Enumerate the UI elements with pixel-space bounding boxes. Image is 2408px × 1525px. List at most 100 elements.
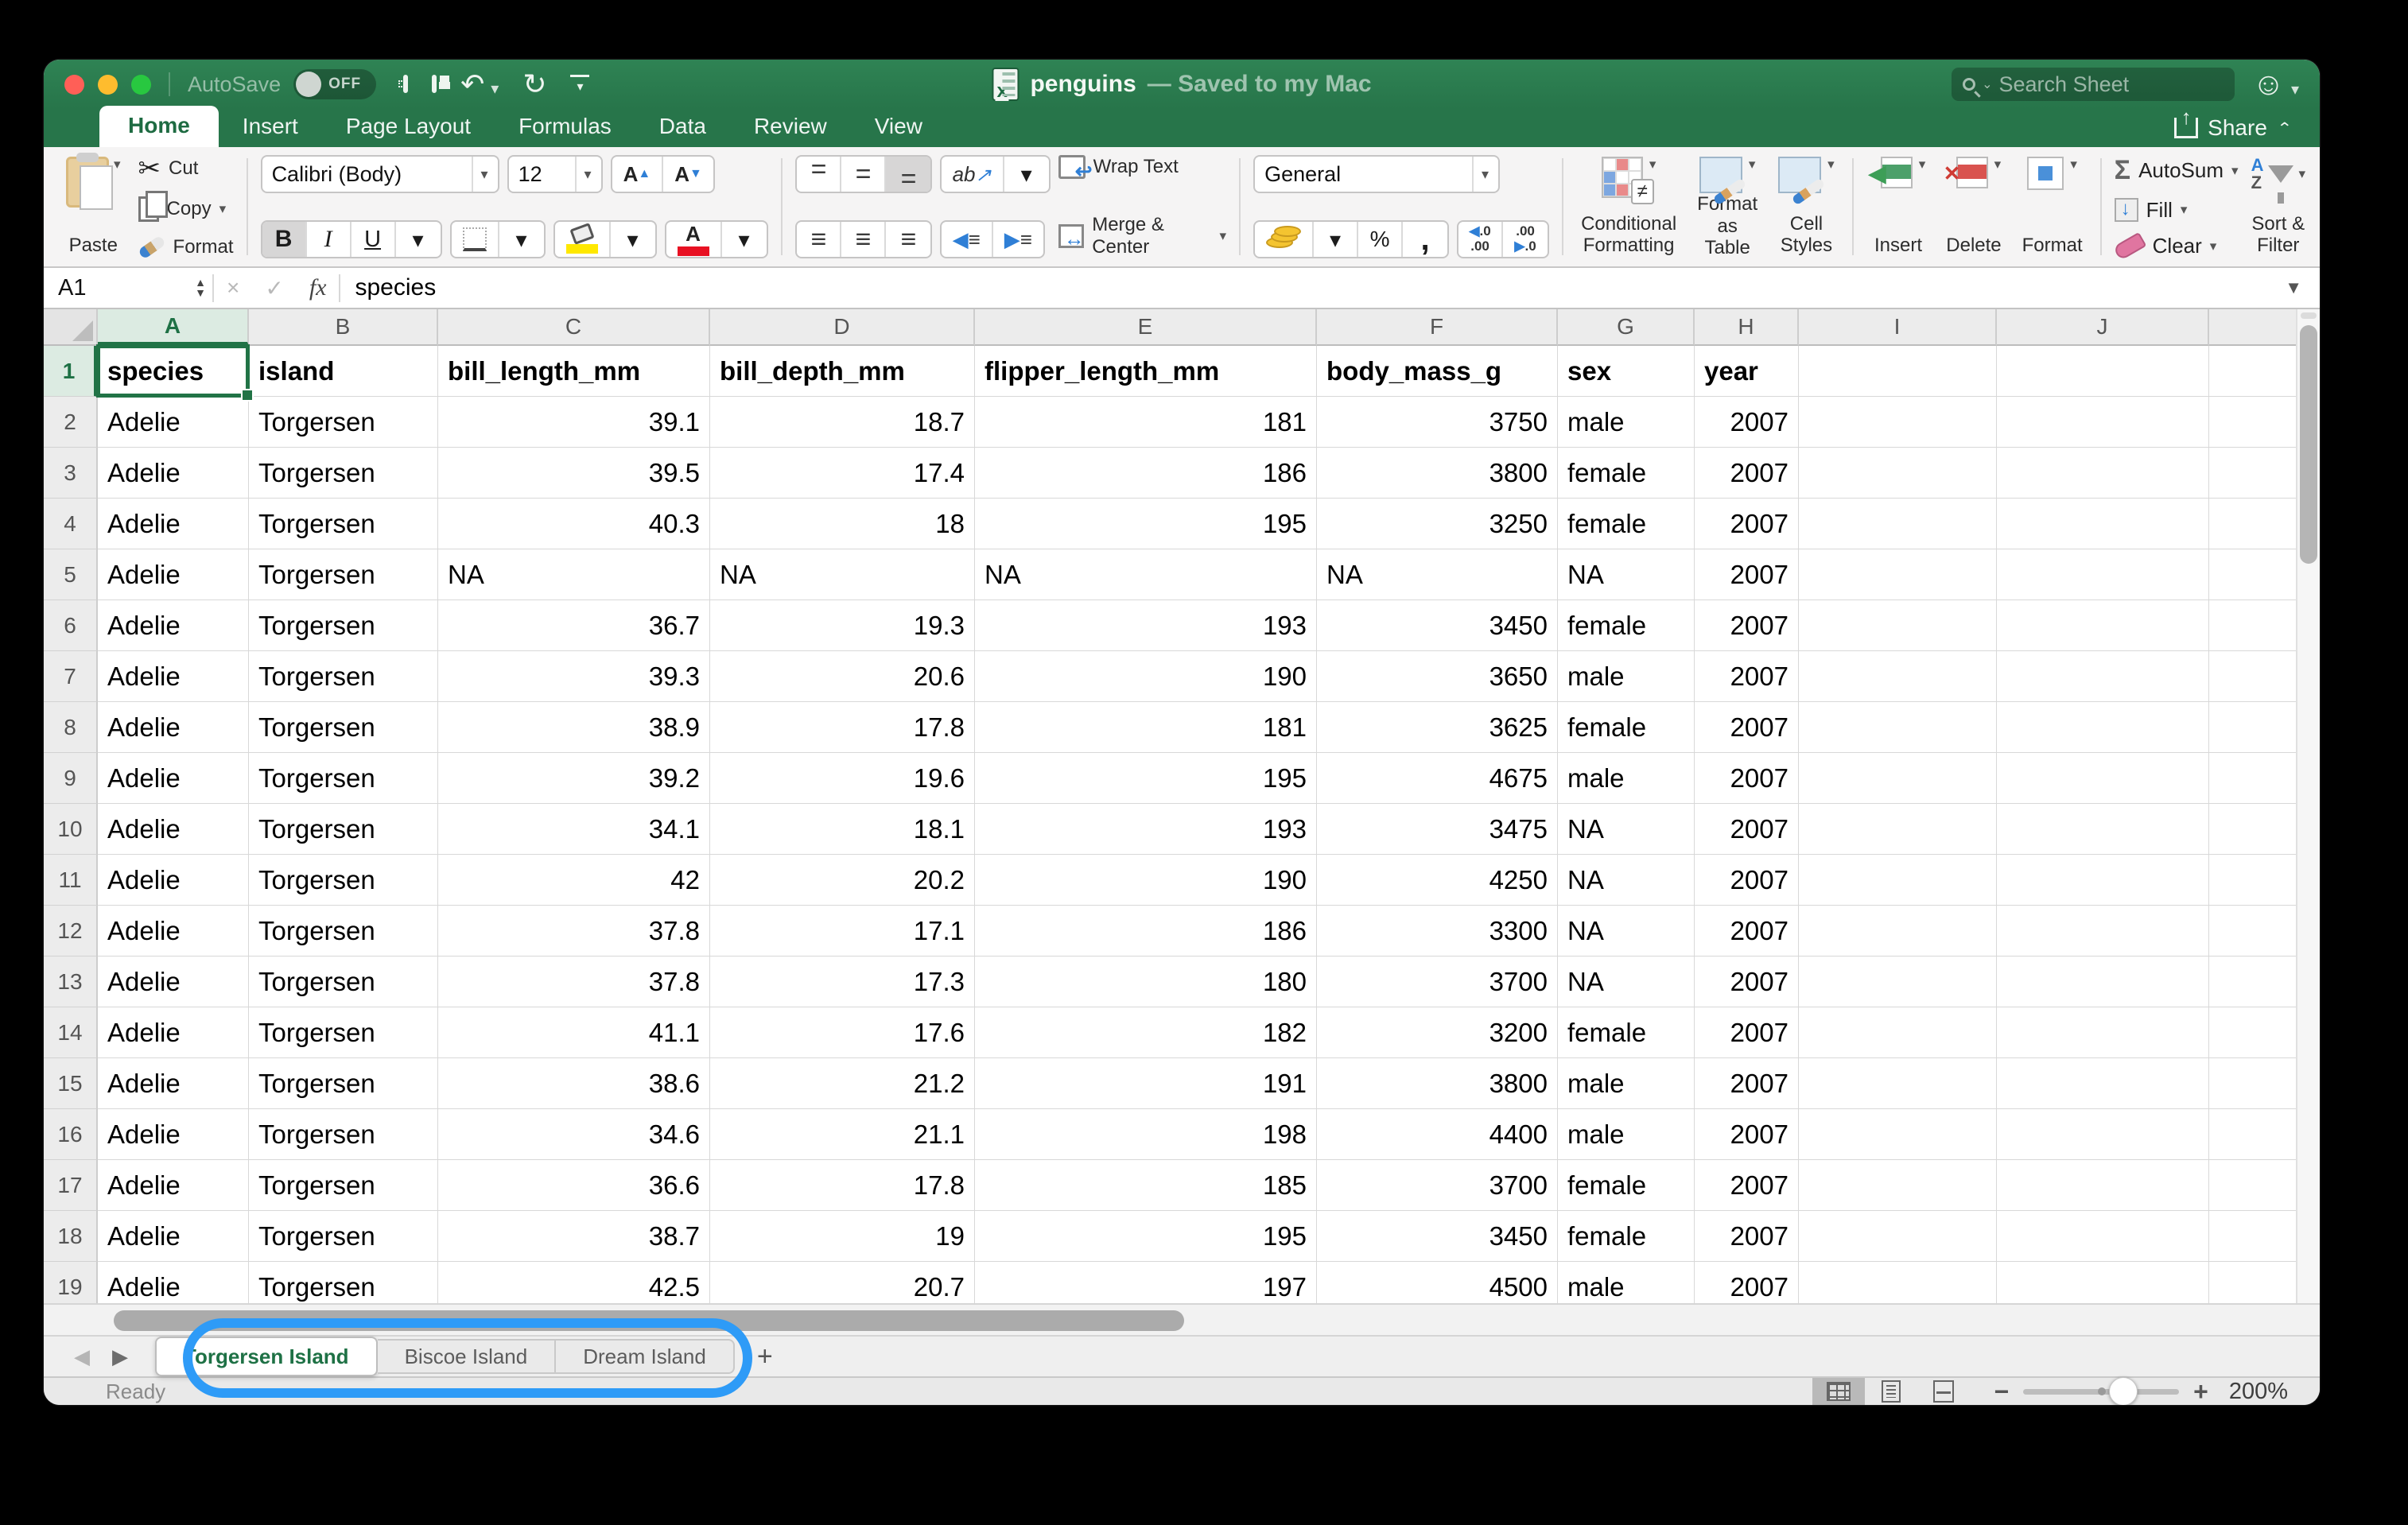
cell-empty[interactable] bbox=[1799, 448, 1997, 499]
cell-D5[interactable]: NA bbox=[710, 549, 975, 600]
share-button[interactable]: Share ⌃ bbox=[2174, 115, 2293, 141]
cell-B10[interactable]: Torgersen bbox=[249, 804, 438, 855]
cell-D11[interactable]: 20.2 bbox=[710, 855, 975, 906]
zoom-slider[interactable] bbox=[2023, 1376, 2180, 1405]
text-orientation-button[interactable]: ab bbox=[942, 157, 1004, 192]
cell-E10[interactable]: 193 bbox=[975, 804, 1317, 855]
cell-E17[interactable]: 185 bbox=[975, 1160, 1317, 1211]
fill-button[interactable]: Fill ▾ bbox=[2114, 198, 2239, 223]
cell-empty[interactable] bbox=[1997, 1262, 2209, 1303]
ribbon-tab-review[interactable]: Review bbox=[730, 107, 851, 147]
save-button[interactable] bbox=[432, 75, 437, 93]
cell-empty[interactable] bbox=[1997, 1160, 2209, 1211]
cell-G5[interactable]: NA bbox=[1558, 549, 1695, 600]
cell-G18[interactable]: female bbox=[1558, 1211, 1695, 1262]
cell-C16[interactable]: 34.6 bbox=[438, 1109, 710, 1160]
cell-E8[interactable]: 181 bbox=[975, 702, 1317, 753]
row-header-17[interactable]: 17 bbox=[44, 1160, 98, 1211]
row-header-2[interactable]: 2 bbox=[44, 397, 98, 448]
cell-B5[interactable]: Torgersen bbox=[249, 549, 438, 600]
cell-empty[interactable] bbox=[1997, 1211, 2209, 1262]
select-all-corner[interactable] bbox=[44, 309, 98, 346]
conditional-formatting-button[interactable]: ≠ ▾ Conditional Formatting bbox=[1576, 155, 1681, 258]
number-format-select[interactable]: General ▾ bbox=[1253, 155, 1501, 193]
row-header-11[interactable]: 11 bbox=[44, 855, 98, 906]
next-sheet-icon[interactable]: ▶ bbox=[104, 1345, 136, 1369]
cell-A14[interactable]: Adelie bbox=[98, 1007, 249, 1058]
cell-G8[interactable]: female bbox=[1558, 702, 1695, 753]
cell-C13[interactable]: 37.8 bbox=[438, 957, 710, 1007]
column-header-c[interactable]: C bbox=[438, 309, 710, 346]
clear-button[interactable]: Clear ▾ bbox=[2112, 231, 2239, 261]
cell-empty[interactable] bbox=[1799, 346, 1997, 397]
align-bottom-button[interactable]: = bbox=[885, 157, 930, 192]
cell-C5[interactable]: NA bbox=[438, 549, 710, 600]
row-header-4[interactable]: 4 bbox=[44, 499, 98, 549]
cell-H7[interactable]: 2007 bbox=[1695, 651, 1799, 702]
delete-dropdown-icon[interactable]: ▾ bbox=[1994, 157, 2002, 173]
cell-D18[interactable]: 19 bbox=[710, 1211, 975, 1262]
fill-color-button[interactable] bbox=[555, 222, 611, 257]
cell-C12[interactable]: 37.8 bbox=[438, 906, 710, 957]
borders-dropdown-icon[interactable]: ▾ bbox=[499, 222, 544, 257]
minimize-button[interactable] bbox=[98, 74, 118, 95]
cell-F8[interactable]: 3625 bbox=[1317, 702, 1558, 753]
cell-C3[interactable]: 39.5 bbox=[438, 448, 710, 499]
percent-style-button[interactable]: % bbox=[1358, 222, 1404, 257]
row-header-10[interactable]: 10 bbox=[44, 804, 98, 855]
cell-C15[interactable]: 38.6 bbox=[438, 1058, 710, 1109]
cell-F19[interactable]: 4500 bbox=[1317, 1262, 1558, 1303]
font-color-button[interactable]: A bbox=[666, 222, 722, 257]
cell-empty[interactable] bbox=[1997, 957, 2209, 1007]
redo-button[interactable]: ↻ bbox=[522, 70, 546, 99]
cell-empty[interactable] bbox=[1997, 1007, 2209, 1058]
row-header-18[interactable]: 18 bbox=[44, 1211, 98, 1262]
cell-empty[interactable] bbox=[2209, 499, 2296, 549]
cell-B12[interactable]: Torgersen bbox=[249, 906, 438, 957]
cell-empty[interactable] bbox=[1799, 1058, 1997, 1109]
cell-H10[interactable]: 2007 bbox=[1695, 804, 1799, 855]
cell-empty[interactable] bbox=[2209, 1109, 2296, 1160]
autosum-button[interactable]: Σ AutoSum ▾ bbox=[2115, 155, 2239, 186]
cell-F1[interactable]: body_mass_g bbox=[1317, 346, 1558, 397]
copy-button[interactable]: Copy ▾ bbox=[138, 191, 234, 222]
row-header-5[interactable]: 5 bbox=[44, 549, 98, 600]
cell-A3[interactable]: Adelie bbox=[98, 448, 249, 499]
conditional-formatting-dropdown-icon[interactable]: ▾ bbox=[1649, 157, 1656, 173]
cell-empty[interactable] bbox=[1997, 499, 2209, 549]
paste-button[interactable]: ▾ Paste bbox=[61, 153, 126, 258]
cell-A19[interactable]: Adelie bbox=[98, 1262, 249, 1303]
cell-D4[interactable]: 18 bbox=[710, 499, 975, 549]
zoom-in-button[interactable]: + bbox=[2193, 1377, 2208, 1406]
cell-empty[interactable] bbox=[1799, 397, 1997, 448]
cell-A18[interactable]: Adelie bbox=[98, 1211, 249, 1262]
cell-empty[interactable] bbox=[1799, 1109, 1997, 1160]
cell-empty[interactable] bbox=[2209, 397, 2296, 448]
cell-A2[interactable]: Adelie bbox=[98, 397, 249, 448]
cell-F4[interactable]: 3250 bbox=[1317, 499, 1558, 549]
cell-B7[interactable]: Torgersen bbox=[249, 651, 438, 702]
cell-H2[interactable]: 2007 bbox=[1695, 397, 1799, 448]
increase-indent-button[interactable]: ▶ ≡ bbox=[993, 222, 1043, 257]
accounting-format-button[interactable] bbox=[1255, 222, 1315, 257]
ribbon-tab-data[interactable]: Data bbox=[635, 107, 730, 147]
cell-F13[interactable]: 3700 bbox=[1317, 957, 1558, 1007]
name-box-stepper[interactable]: ▲ ▼ bbox=[195, 277, 212, 298]
cell-B16[interactable]: Torgersen bbox=[249, 1109, 438, 1160]
cell-H14[interactable]: 2007 bbox=[1695, 1007, 1799, 1058]
horizontal-scrollbar-thumb[interactable] bbox=[114, 1310, 1184, 1331]
cut-button[interactable]: ✂ Cut bbox=[138, 155, 234, 182]
cell-E4[interactable]: 195 bbox=[975, 499, 1317, 549]
page-layout-view-button[interactable] bbox=[1865, 1378, 1917, 1405]
cell-D3[interactable]: 17.4 bbox=[710, 448, 975, 499]
cell-F14[interactable]: 3200 bbox=[1317, 1007, 1558, 1058]
ribbon-tab-insert[interactable]: Insert bbox=[219, 107, 322, 147]
vertical-scrollbar[interactable] bbox=[2296, 309, 2320, 1303]
fullscreen-button[interactable] bbox=[131, 74, 151, 95]
cell-C19[interactable]: 42.5 bbox=[438, 1262, 710, 1303]
cell-G17[interactable]: female bbox=[1558, 1160, 1695, 1211]
cell-styles-dropdown-icon[interactable]: ▾ bbox=[1827, 157, 1835, 173]
column-header-b[interactable]: B bbox=[249, 309, 438, 346]
row-header-19[interactable]: 19 bbox=[44, 1262, 98, 1303]
cell-empty[interactable] bbox=[2209, 702, 2296, 753]
